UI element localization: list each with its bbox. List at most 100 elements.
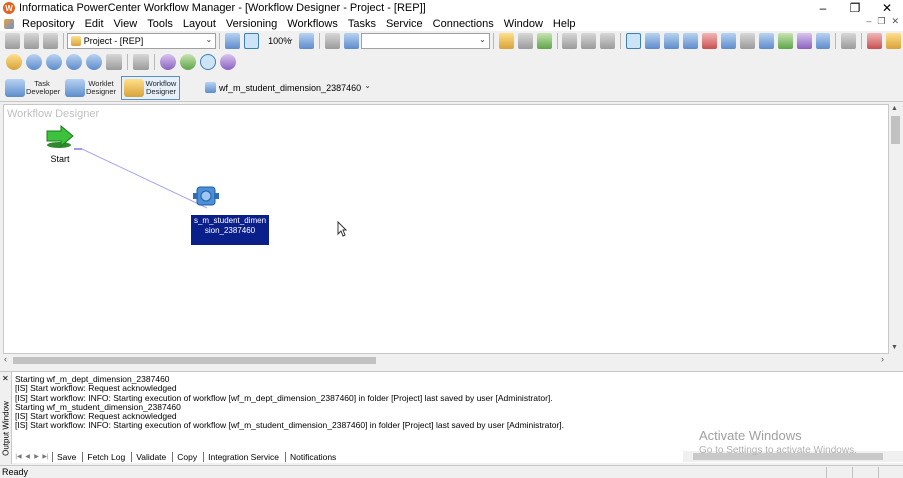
disconnect-repo-icon[interactable]: [46, 54, 62, 70]
task-developer-tab[interactable]: Task Developer: [3, 76, 60, 100]
title-bar: W Informatica PowerCenter Workflow Manag…: [0, 0, 903, 16]
debug-icon[interactable]: [562, 33, 578, 49]
folder-combo[interactable]: Project - [REP] ⌄: [66, 33, 217, 49]
menu-connections[interactable]: Connections: [428, 18, 499, 30]
canvas-horizontal-scrollbar[interactable]: ‹ ›: [3, 354, 889, 367]
canvas-vertical-scrollbar[interactable]: ▲ ▼: [889, 104, 902, 354]
start-task[interactable]: Start: [40, 124, 80, 164]
workspace-icon[interactable]: [244, 33, 260, 49]
window-controls: – ❐ ✕: [807, 0, 903, 16]
search-icon[interactable]: [324, 33, 340, 49]
secondary-toolbar: [0, 52, 903, 72]
decision-task-icon[interactable]: [701, 33, 717, 49]
vertical-scroll-thumb[interactable]: [891, 116, 900, 144]
pointer-icon[interactable]: [626, 33, 642, 49]
workflow-manager-icon[interactable]: [200, 54, 216, 70]
task-developer-label: Task Developer: [26, 78, 61, 96]
close-folder-icon[interactable]: [86, 54, 102, 70]
email-task-icon[interactable]: [683, 33, 698, 49]
tab-fetch-log[interactable]: Fetch Log: [82, 451, 129, 462]
document-menu-icon[interactable]: [4, 18, 14, 29]
find-icon[interactable]: [343, 33, 359, 49]
status-pane: [852, 467, 877, 478]
menu-tasks[interactable]: Tasks: [343, 18, 381, 30]
mdi-restore-button[interactable]: ❐: [877, 16, 885, 27]
status-pane: [826, 467, 851, 478]
navigator-icon[interactable]: [225, 33, 241, 49]
checkmark-icon[interactable]: [536, 33, 552, 49]
menu-layout[interactable]: Layout: [178, 18, 221, 30]
informatica-logo-icon: W: [3, 2, 15, 14]
print-icon[interactable]: [42, 33, 58, 49]
connect-repo-icon[interactable]: [26, 54, 42, 70]
control-task-icon[interactable]: [758, 33, 774, 49]
zoom-fit-icon[interactable]: [299, 33, 314, 49]
workflow-combo[interactable]: wf_m_student_dimension_2387460 ⌄: [202, 80, 374, 96]
menu-versioning[interactable]: Versioning: [221, 18, 282, 30]
tab-integration-service[interactable]: Integration Service: [203, 451, 283, 462]
properties-icon[interactable]: [886, 33, 902, 49]
menu-repository[interactable]: Repository: [17, 18, 80, 30]
validate-icon[interactable]: [517, 33, 533, 49]
open-folder-icon[interactable]: [66, 54, 82, 70]
event-wait-icon[interactable]: [777, 33, 793, 49]
close-button[interactable]: ✕: [871, 0, 903, 16]
mdi-minimize-button[interactable]: –: [866, 16, 871, 27]
menu-service[interactable]: Service: [381, 18, 428, 30]
first-tab-icon[interactable]: |◀: [14, 452, 23, 461]
worklet-designer-tab[interactable]: Worklet Designer: [63, 76, 118, 100]
disconnect-icon[interactable]: [23, 33, 39, 49]
repository-icon[interactable]: [6, 54, 22, 70]
dependency-client-icon[interactable]: [180, 54, 196, 70]
status-panes: [825, 467, 903, 478]
search-combo[interactable]: ⌄: [360, 33, 490, 49]
tools-icon[interactable]: [106, 54, 122, 70]
dependency-icon[interactable]: [867, 33, 883, 49]
workflow-canvas[interactable]: Workflow Designer Start s_m_student_dime…: [3, 104, 889, 354]
window-icon[interactable]: [133, 54, 149, 70]
session-task-icon[interactable]: [645, 33, 661, 49]
link-task-icon[interactable]: [841, 33, 857, 49]
log-line: [IS] Start workflow: INFO: Starting exec…: [15, 420, 564, 431]
menu-help[interactable]: Help: [548, 18, 581, 30]
menu-window[interactable]: Window: [499, 18, 548, 30]
tab-notifications[interactable]: Notifications: [285, 451, 340, 462]
timer-task-icon[interactable]: [739, 33, 755, 49]
zoom-combo[interactable]: 100% ⌄: [265, 33, 297, 49]
minimize-button[interactable]: –: [807, 0, 839, 16]
workflow-icon: [205, 82, 216, 93]
next-tab-icon[interactable]: ▶: [32, 452, 41, 461]
menu-edit[interactable]: Edit: [80, 18, 109, 30]
close-icon[interactable]: ✕: [2, 374, 9, 383]
session-task[interactable]: s_m_student_dimension_2387460: [191, 183, 269, 245]
monitor-client-icon[interactable]: [220, 54, 236, 70]
maximize-button[interactable]: ❐: [839, 0, 871, 16]
menu-tools[interactable]: Tools: [142, 18, 178, 30]
tab-save[interactable]: Save: [52, 451, 80, 462]
tab-copy[interactable]: Copy: [172, 451, 201, 462]
clear-icon[interactable]: [498, 33, 514, 49]
menu-view[interactable]: View: [109, 18, 143, 30]
scroll-up-icon[interactable]: ▲: [891, 105, 898, 112]
breakpoint-icon[interactable]: [581, 33, 597, 49]
scroll-right-icon[interactable]: ›: [881, 354, 884, 364]
tab-validate[interactable]: Validate: [131, 451, 170, 462]
workflow-designer-tab[interactable]: Workflow Designer: [121, 75, 180, 100]
menu-workflows[interactable]: Workflows: [282, 18, 343, 30]
horizontal-scroll-thumb[interactable]: [13, 357, 376, 364]
last-tab-icon[interactable]: ▶|: [41, 452, 50, 461]
event-raise-icon[interactable]: [796, 33, 812, 49]
scroll-down-icon[interactable]: ▼: [891, 344, 898, 351]
scroll-left-icon[interactable]: ‹: [4, 354, 7, 364]
worklet-icon[interactable]: [815, 33, 831, 49]
workflow-link[interactable]: [81, 148, 208, 209]
assignment-task-icon[interactable]: [720, 33, 736, 49]
download-icon[interactable]: [600, 33, 616, 49]
prev-tab-icon[interactable]: ◀: [23, 452, 32, 461]
designer-client-icon[interactable]: [160, 54, 176, 70]
mdi-close-button[interactable]: ✕: [891, 16, 899, 27]
session-label: s_m_student_dimension_2387460: [191, 215, 269, 245]
menu-bar: Repository Edit View Tools Layout Versio…: [0, 16, 903, 31]
command-task-icon[interactable]: [664, 33, 680, 49]
connect-icon[interactable]: [5, 33, 20, 49]
